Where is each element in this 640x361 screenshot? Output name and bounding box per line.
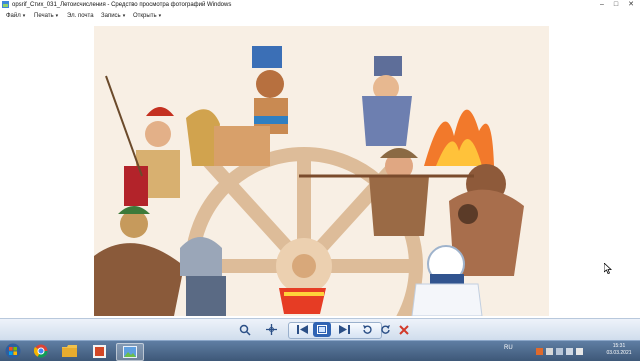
clock-time: 15:31 [612,343,626,349]
previous-icon [296,325,308,334]
folder-icon [61,345,77,357]
menu-print[interactable]: Печать ▾ [34,12,58,21]
clock-date: 03.03.2021 [606,350,632,356]
window-title: opsrif_Стих_031_Летоисчисления - Средств… [12,2,232,8]
rotate-cw-button[interactable] [378,322,392,337]
next-button[interactable] [334,322,354,337]
fit-to-window-icon [265,324,277,335]
crusader-knight [180,237,226,316]
mouse-cursor-icon [604,263,612,274]
taskbar-clock[interactable]: 15:31 03.03.2021 [604,343,634,357]
volume-icon[interactable] [575,347,583,355]
system-tray [520,343,598,359]
menu-email[interactable]: Эл. почта [67,12,94,21]
next-icon [338,325,350,334]
menu-open-label: Открыть [133,13,157,19]
taskbar-explorer[interactable] [58,343,80,359]
title-bar[interactable]: opsrif_Стих_031_Летоисчисления - Средств… [0,0,640,10]
tray-flag-icon[interactable] [545,347,553,355]
taskbar: RU 15:31 03.03.2021 [0,340,640,361]
tray-app-icon[interactable] [535,347,543,355]
chevron-down-icon: ▾ [122,13,126,19]
menu-bar: Файл ▾ Печать ▾ Эл. почта Запись ▾ Открыть ▾… [0,11,640,32]
photo-viewer-icon [123,346,137,358]
rotate-ccw-button[interactable] [360,322,374,337]
powerpoint-icon [92,344,106,358]
menu-print-label: Печать [34,13,54,19]
menu-burn[interactable]: Запись ▾ [101,12,125,21]
zoom-icon [239,324,251,336]
chevron-down-icon: ▾ [22,13,26,19]
rotate-cw-icon [380,325,390,334]
maximize-button[interactable]: □ [610,1,622,9]
photo-viewer-app-icon [2,1,9,8]
menu-file[interactable]: Файл ▾ [6,12,25,21]
start-button[interactable] [2,343,24,359]
chevron-down-icon: ▾ [158,13,162,19]
menu-file-label: Файл [6,13,21,19]
chrome-icon [34,344,48,358]
windows-start-icon [5,343,21,359]
chevron-down-icon: ▾ [55,13,59,19]
close-button[interactable]: ✕ [624,1,638,9]
previous-button[interactable] [292,322,312,337]
network-icon[interactable] [565,347,573,355]
minimize-button[interactable]: – [596,1,608,9]
menu-email-label: Эл. почта [67,13,94,19]
photo-viewer-window: opsrif_Стих_031_Летоисчисления - Средств… [0,0,640,341]
viewer-control-bar [0,318,640,341]
displayed-photo [94,26,549,316]
taskbar-powerpoint[interactable] [88,343,110,359]
menu-open[interactable]: Открыть ▾ [133,12,161,21]
taskbar-chrome[interactable] [31,343,51,359]
menu-burn-label: Запись [101,13,121,19]
language-indicator[interactable]: RU [504,345,513,351]
rotate-ccw-icon [362,325,372,334]
image-stage [0,22,640,318]
zoom-button[interactable] [233,322,257,337]
slideshow-button[interactable] [313,322,331,337]
slideshow-icon [317,325,327,334]
photo-illustration [94,26,549,316]
fit-to-window-button[interactable] [264,322,278,337]
tray-monitor-icon[interactable] [555,347,563,355]
flag [279,288,326,314]
taskbar-photo-viewer[interactable] [116,343,144,361]
delete-icon [399,324,409,335]
delete-button[interactable] [397,322,411,337]
